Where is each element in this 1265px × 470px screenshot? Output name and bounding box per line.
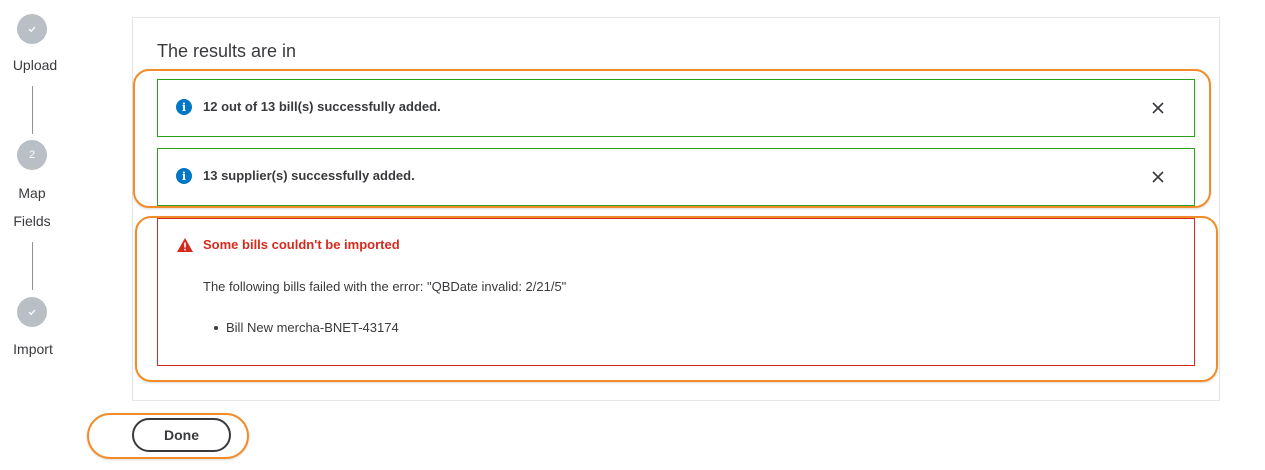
suppliers-success-text: 13 supplier(s) successfully added. <box>203 168 415 183</box>
bullet <box>214 326 218 330</box>
step-connector <box>32 242 33 290</box>
bills-success-banner: i 12 out of 13 bill(s) successfully adde… <box>157 79 1195 137</box>
step-map-fields-circle: 2 <box>17 140 47 170</box>
import-error-banner: Some bills couldn't be imported The foll… <box>157 218 1195 366</box>
error-title: Some bills couldn't be imported <box>203 237 400 252</box>
bills-success-text: 12 out of 13 bill(s) successfully added. <box>203 99 441 114</box>
step-import-circle <box>17 297 47 327</box>
import-results-page: Upload 2 Map Fields Import The results a… <box>0 0 1265 470</box>
step-number: 2 <box>28 149 36 161</box>
done-button[interactable]: Done <box>132 418 231 452</box>
error-description: The following bills failed with the erro… <box>203 279 567 294</box>
failed-bill-name: Bill New mercha-BNET-43174 <box>226 320 399 335</box>
check-icon <box>28 26 36 33</box>
step-upload-circle <box>17 14 47 44</box>
warning-icon <box>177 238 193 252</box>
info-icon: i <box>176 168 192 184</box>
step-connector <box>32 86 33 134</box>
step-map-fields-label-line2: Fields <box>13 213 51 229</box>
results-title: The results are in <box>157 41 297 61</box>
close-icon[interactable] <box>1150 169 1166 185</box>
step-upload-label: Upload <box>12 57 58 73</box>
step-import-label: Import <box>13 341 53 357</box>
check-icon <box>28 309 36 316</box>
step-map-fields-label-line1: Map <box>18 185 46 201</box>
info-icon: i <box>176 99 192 115</box>
close-icon[interactable] <box>1150 100 1166 116</box>
suppliers-success-banner: i 13 supplier(s) successfully added. <box>157 148 1195 206</box>
list-item: Bill New mercha-BNET-43174 <box>214 320 399 335</box>
failed-bills-list: Bill New mercha-BNET-43174 <box>214 320 399 335</box>
